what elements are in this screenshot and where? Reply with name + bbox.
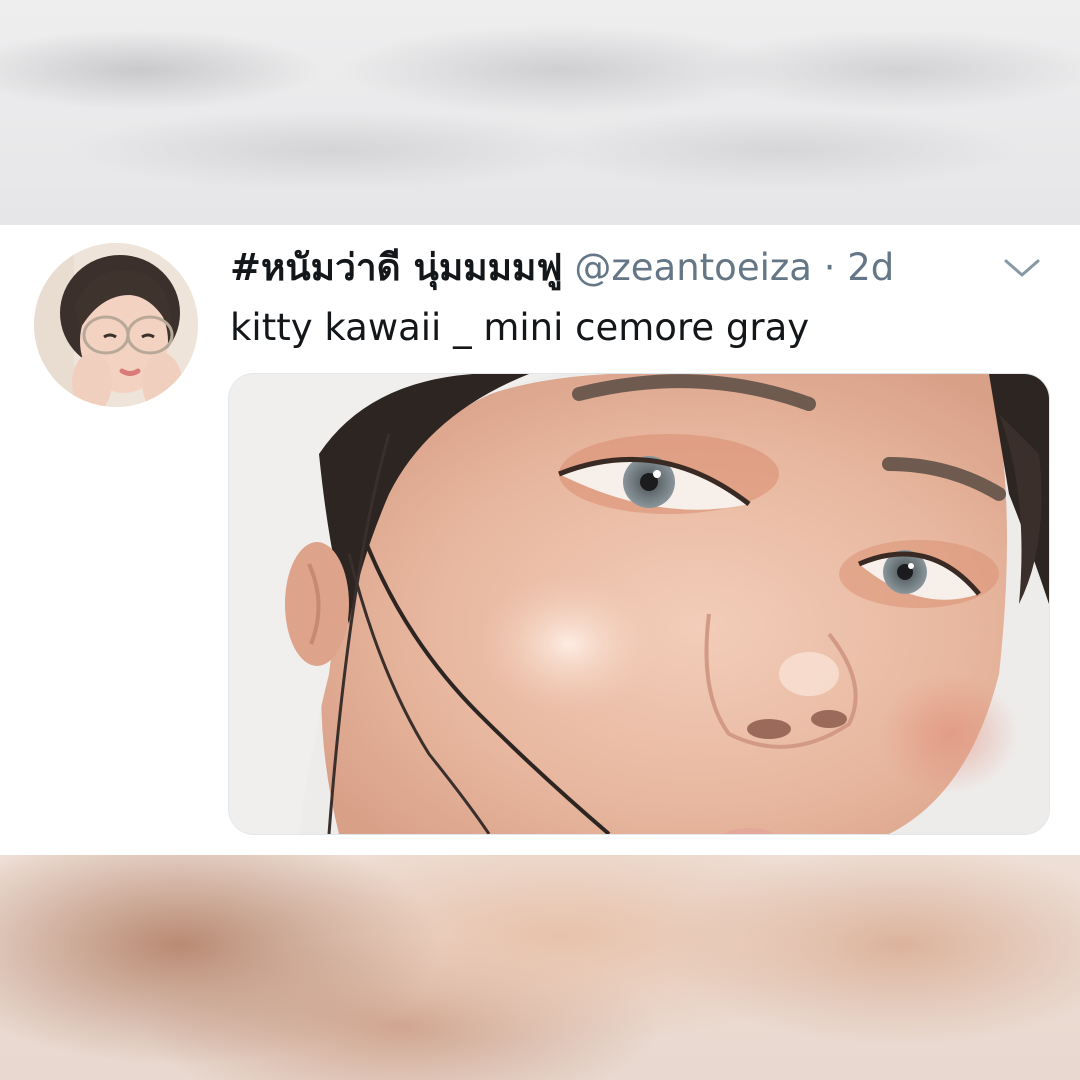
screenshot-canvas: #หนัมว่าดี นุ่มมมมฟู @zeantoeiza · 2d ki… bbox=[0, 0, 1080, 1080]
tweet-media-photo[interactable] bbox=[228, 373, 1050, 835]
user-handle[interactable]: @zeantoeiza bbox=[574, 246, 812, 289]
tweet-text: kitty kawaii _ mini cemore gray bbox=[230, 306, 810, 349]
tweet-menu-button[interactable] bbox=[1000, 253, 1044, 283]
header-separator: · bbox=[823, 246, 836, 289]
display-name[interactable]: #หนัมว่าดี นุ่มมมมฟู bbox=[230, 246, 563, 289]
tweet-timestamp[interactable]: 2d bbox=[847, 246, 894, 289]
blurred-background-bottom bbox=[0, 855, 1080, 1080]
chevron-down-icon bbox=[1004, 259, 1040, 277]
avatar-photo-icon bbox=[34, 243, 198, 407]
tweet-header: #หนัมว่าดี นุ่มมมมฟู @zeantoeiza · 2d bbox=[230, 243, 990, 299]
tweet-card[interactable]: #หนัมว่าดี นุ่มมมมฟู @zeantoeiza · 2d ki… bbox=[0, 225, 1080, 855]
blurred-background-top bbox=[0, 0, 1080, 225]
face-photo-icon bbox=[229, 374, 1049, 834]
profile-avatar[interactable] bbox=[34, 243, 198, 407]
